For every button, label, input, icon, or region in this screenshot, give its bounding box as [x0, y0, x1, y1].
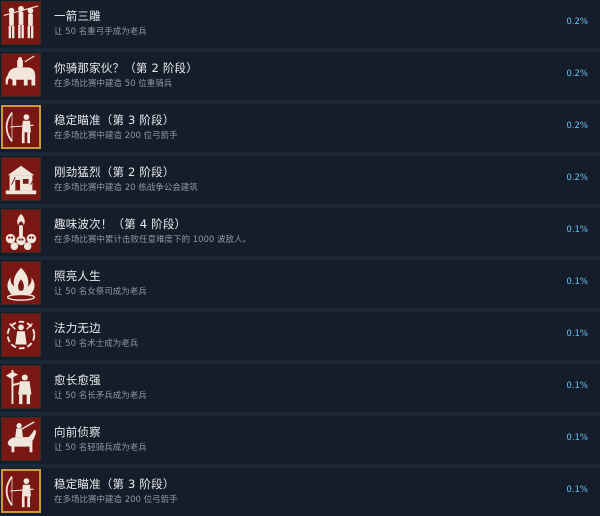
unlock-percentage: 0.2% [566, 121, 588, 131]
achievement-row[interactable]: 照亮人生 让 50 名女祭司成为老兵 0.1% [0, 260, 600, 308]
achievement-description: 让 50 名重弓手成为老兵 [54, 27, 147, 37]
skull-torch-icon [1, 209, 41, 253]
archer-icon [1, 105, 41, 149]
achievement-title: 你骑那家伙？（第 2 阶段） [54, 61, 198, 75]
magic-circle-icon [1, 313, 41, 357]
unlock-percentage: 0.2% [566, 69, 588, 79]
achievement-description: 让 50 名长矛兵成为老兵 [54, 391, 147, 401]
achievement-description: 让 50 名女祭司成为老兵 [54, 287, 147, 297]
achievement-title: 法力无边 [54, 321, 101, 335]
unlock-percentage: 0.1% [566, 225, 588, 235]
achievement-title: 刚劲猛烈（第 2 阶段） [54, 165, 175, 179]
archer-icon [1, 469, 41, 513]
achievement-title: 稳定瞄准（第 3 阶段） [54, 113, 175, 127]
achievement-title: 向前侦察 [54, 425, 101, 439]
war-guild-icon [1, 157, 41, 201]
achievement-title: 照亮人生 [54, 269, 101, 283]
achievement-description: 让 50 名轻骑兵成为老兵 [54, 443, 147, 453]
unlock-percentage: 0.2% [566, 173, 588, 183]
unlock-percentage: 0.1% [566, 329, 588, 339]
unlock-percentage: 0.1% [566, 433, 588, 443]
achievement-row[interactable]: 愈长愈强 让 50 名长矛兵成为老兵 0.1% [0, 364, 600, 412]
achievement-description: 在多场比赛中建造 50 位重骑兵 [54, 79, 173, 89]
achievement-row[interactable]: 向前侦察 让 50 名轻骑兵成为老兵 0.1% [0, 416, 600, 464]
achievement-description: 在多场比赛中建造 20 栋战争公会建筑 [54, 183, 198, 193]
achievement-row[interactable]: 刚劲猛烈（第 2 阶段） 在多场比赛中建造 20 栋战争公会建筑 0.2% [0, 156, 600, 204]
achievement-description: 在多场比赛中建造 200 位弓箭手 [54, 495, 178, 505]
achievement-title: 一箭三雕 [54, 9, 101, 23]
achievement-description: 让 50 名术士成为老兵 [54, 339, 139, 349]
achievement-list: 一箭三雕 让 50 名重弓手成为老兵 0.2% 你骑那家伙？（第 2 阶段） 在… [0, 0, 600, 516]
unlock-percentage: 0.1% [566, 485, 588, 495]
archers-trio-icon [1, 1, 41, 45]
unlock-percentage: 0.1% [566, 277, 588, 287]
light-cavalry-icon [1, 417, 41, 461]
flame-icon [1, 261, 41, 305]
achievement-row[interactable]: 稳定瞄准（第 3 阶段） 在多场比赛中建造 200 位弓箭手 0.1% [0, 468, 600, 516]
achievement-row[interactable]: 法力无边 让 50 名术士成为老兵 0.1% [0, 312, 600, 360]
unlock-percentage: 0.2% [566, 17, 588, 27]
achievement-title: 趣味波次！（第 4 阶段） [54, 217, 187, 231]
achievement-row[interactable]: 稳定瞄准（第 3 阶段） 在多场比赛中建造 200 位弓箭手 0.2% [0, 104, 600, 152]
achievement-row[interactable]: 趣味波次！（第 4 阶段） 在多场比赛中累计击败任意难度下的 1000 波敌人。… [0, 208, 600, 256]
achievement-description: 在多场比赛中建造 200 位弓箭手 [54, 131, 178, 141]
halberdier-icon [1, 365, 41, 409]
unlock-percentage: 0.1% [566, 381, 588, 391]
achievement-description: 在多场比赛中累计击败任意难度下的 1000 波敌人。 [54, 235, 252, 245]
achievement-title: 稳定瞄准（第 3 阶段） [54, 477, 175, 491]
war-elephant-icon [1, 53, 41, 97]
achievement-title: 愈长愈强 [54, 373, 101, 387]
achievement-row[interactable]: 你骑那家伙？（第 2 阶段） 在多场比赛中建造 50 位重骑兵 0.2% [0, 52, 600, 100]
achievement-row[interactable]: 一箭三雕 让 50 名重弓手成为老兵 0.2% [0, 0, 600, 48]
